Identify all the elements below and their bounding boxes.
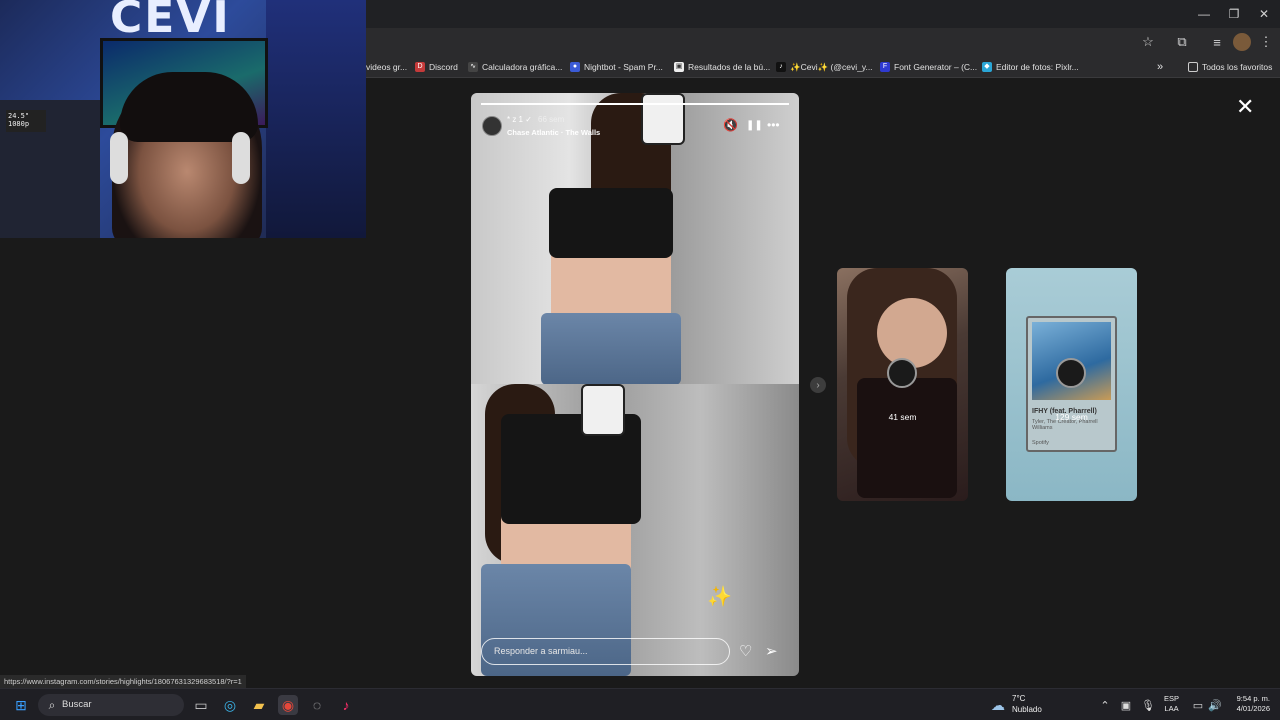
bookmark-item[interactable]: ◆ Editor de fotos: Pixlr... (982, 60, 1079, 74)
preview-shirt (857, 378, 957, 498)
folder-icon (1188, 62, 1198, 72)
tiktok-icon: ♪ (776, 62, 786, 72)
taskbar-search-label: Buscar (62, 699, 92, 710)
restore-button[interactable]: ❐ (1218, 0, 1250, 28)
tray-app-icon[interactable]: ▣ (1116, 695, 1136, 715)
preview-face (877, 298, 947, 368)
webcam-logo: CEVI (110, 0, 231, 43)
photo-top-shirt (549, 188, 673, 258)
more-bookmarks-button[interactable]: » (1157, 60, 1163, 74)
reply-input[interactable]: Responder a sarmiau... (481, 638, 730, 665)
task-view-icon[interactable]: ▭ (191, 695, 211, 715)
search-icon: ⌕ (48, 697, 56, 712)
close-window-button[interactable]: ✕ (1248, 0, 1280, 28)
story-progress-bar (481, 103, 789, 105)
taskbar-search[interactable]: ⌕ Buscar (38, 694, 184, 716)
story-time: 66 sem (538, 115, 565, 124)
preview-time: 129 sem (1055, 412, 1088, 422)
bookmark-item[interactable]: videos gr... (366, 60, 407, 74)
chrome-icon[interactable]: ◉ (278, 695, 298, 715)
minimize-button[interactable]: — (1188, 0, 1220, 28)
windows-taskbar: ⊞ ⌕ Buscar ▭ ◎ ▰ ◉ ◌ ♪ ☁ 7°C Nublado ⌃ ▣… (0, 688, 1280, 720)
profile-avatar[interactable] (1233, 33, 1251, 51)
bookmark-item[interactable]: F Font Generator – (C... (880, 60, 977, 74)
webcam-overlay: CEVI 24.5" 1080p (0, 0, 366, 238)
taskbar-clock[interactable]: 9:54 p. m. 4/01/2026 (1228, 694, 1270, 714)
next-story-arrow[interactable]: › (810, 377, 826, 393)
mute-icon[interactable]: 🔇 (723, 118, 738, 132)
weather-temp: 7°C (1012, 694, 1026, 703)
volume-icon[interactable]: 🔊 (1205, 695, 1225, 715)
webcam-background (266, 0, 366, 238)
story-username[interactable]: * z 1 ✓ (507, 115, 532, 124)
photo-jeans (541, 313, 681, 385)
next-story-preview[interactable]: 41 sem (837, 268, 968, 501)
more-options-icon[interactable]: ••• (767, 118, 780, 132)
extensions-icon[interactable]: ⧉ (1173, 33, 1191, 51)
edge-icon[interactable]: ◎ (220, 695, 240, 715)
language-indicator[interactable]: ESP LAA (1164, 694, 1179, 714)
microphone-icon[interactable]: 🎙 (1138, 695, 1158, 715)
desmos-icon: ∿ (468, 62, 478, 72)
headset-right (232, 132, 250, 184)
pixlr-icon: ◆ (982, 62, 992, 72)
menu-kebab-icon[interactable]: ⋮ (1257, 33, 1275, 51)
preview-avatar (887, 358, 917, 388)
preview-time: 41 sem (888, 412, 917, 422)
weather-desc: Nublado (1012, 705, 1042, 714)
story-progress-fill (481, 103, 789, 105)
bookmark-item[interactable]: ∿ Calculadora gráfica... (468, 60, 562, 74)
address-field[interactable] (360, 31, 1120, 53)
status-url: https://www.instagram.com/stories/highli… (0, 675, 246, 688)
chevron-up-icon[interactable]: ⌃ (1095, 695, 1115, 715)
windows-start-icon[interactable]: ⊞ (11, 695, 31, 715)
file-explorer-icon[interactable]: ▰ (249, 695, 269, 715)
share-send-icon[interactable]: ➢ (765, 642, 778, 660)
cloud-weather-icon: ☁ (991, 696, 1005, 713)
search-results-icon: ▣ (674, 62, 684, 72)
bookmark-item[interactable]: ● Nightbot - Spam Pr... (570, 60, 663, 74)
nightbot-icon: ● (570, 62, 580, 72)
headset-left (110, 132, 128, 184)
preview-avatar (1056, 358, 1086, 388)
story-viewer[interactable]: * z 1 ✓ 66 sem Chase Atlantic · The Wall… (471, 93, 799, 676)
font-generator-icon: F (880, 62, 890, 72)
bookmark-item[interactable]: D Discord (415, 60, 458, 74)
story-song[interactable]: Chase Atlantic · The Walls (507, 128, 600, 137)
star-icon[interactable]: ☆ (1139, 33, 1157, 51)
media-control-icon[interactable]: ≡ (1208, 33, 1226, 51)
bookmark-item[interactable]: ♪ ✨Cevi✨ (@cevi_y... (776, 60, 873, 74)
obs-icon[interactable]: ◌ (307, 695, 327, 715)
pause-icon[interactable]: ❚❚ (746, 120, 763, 131)
webcam-monitor-box: 24.5" 1080p (6, 110, 46, 132)
story-avatar[interactable] (482, 116, 502, 136)
sparkle-sticker: ✨ (707, 586, 732, 608)
all-bookmarks-button[interactable]: Todos los favoritos (1188, 60, 1272, 74)
photo-phone (581, 384, 625, 436)
story-photo-bottom (471, 384, 799, 676)
like-heart-icon[interactable]: ♡ (739, 642, 752, 660)
photo-phone (641, 93, 685, 145)
tiktok-live-icon[interactable]: ♪ (336, 695, 356, 715)
track-source: Spotify (1032, 440, 1049, 446)
screen: — ❐ ✕ ☆ ⧉ ≡ ⋮ videos gr... D Discord ∿ Cal… (0, 0, 1280, 720)
close-story-button[interactable]: ✕ (1236, 94, 1254, 120)
bookmark-item[interactable]: ▣ Resultados de la bú... (674, 60, 770, 74)
next-story-preview[interactable]: IFHY (feat. Pharrell) Tyler, The Creator… (1006, 268, 1137, 501)
discord-icon: D (415, 62, 425, 72)
